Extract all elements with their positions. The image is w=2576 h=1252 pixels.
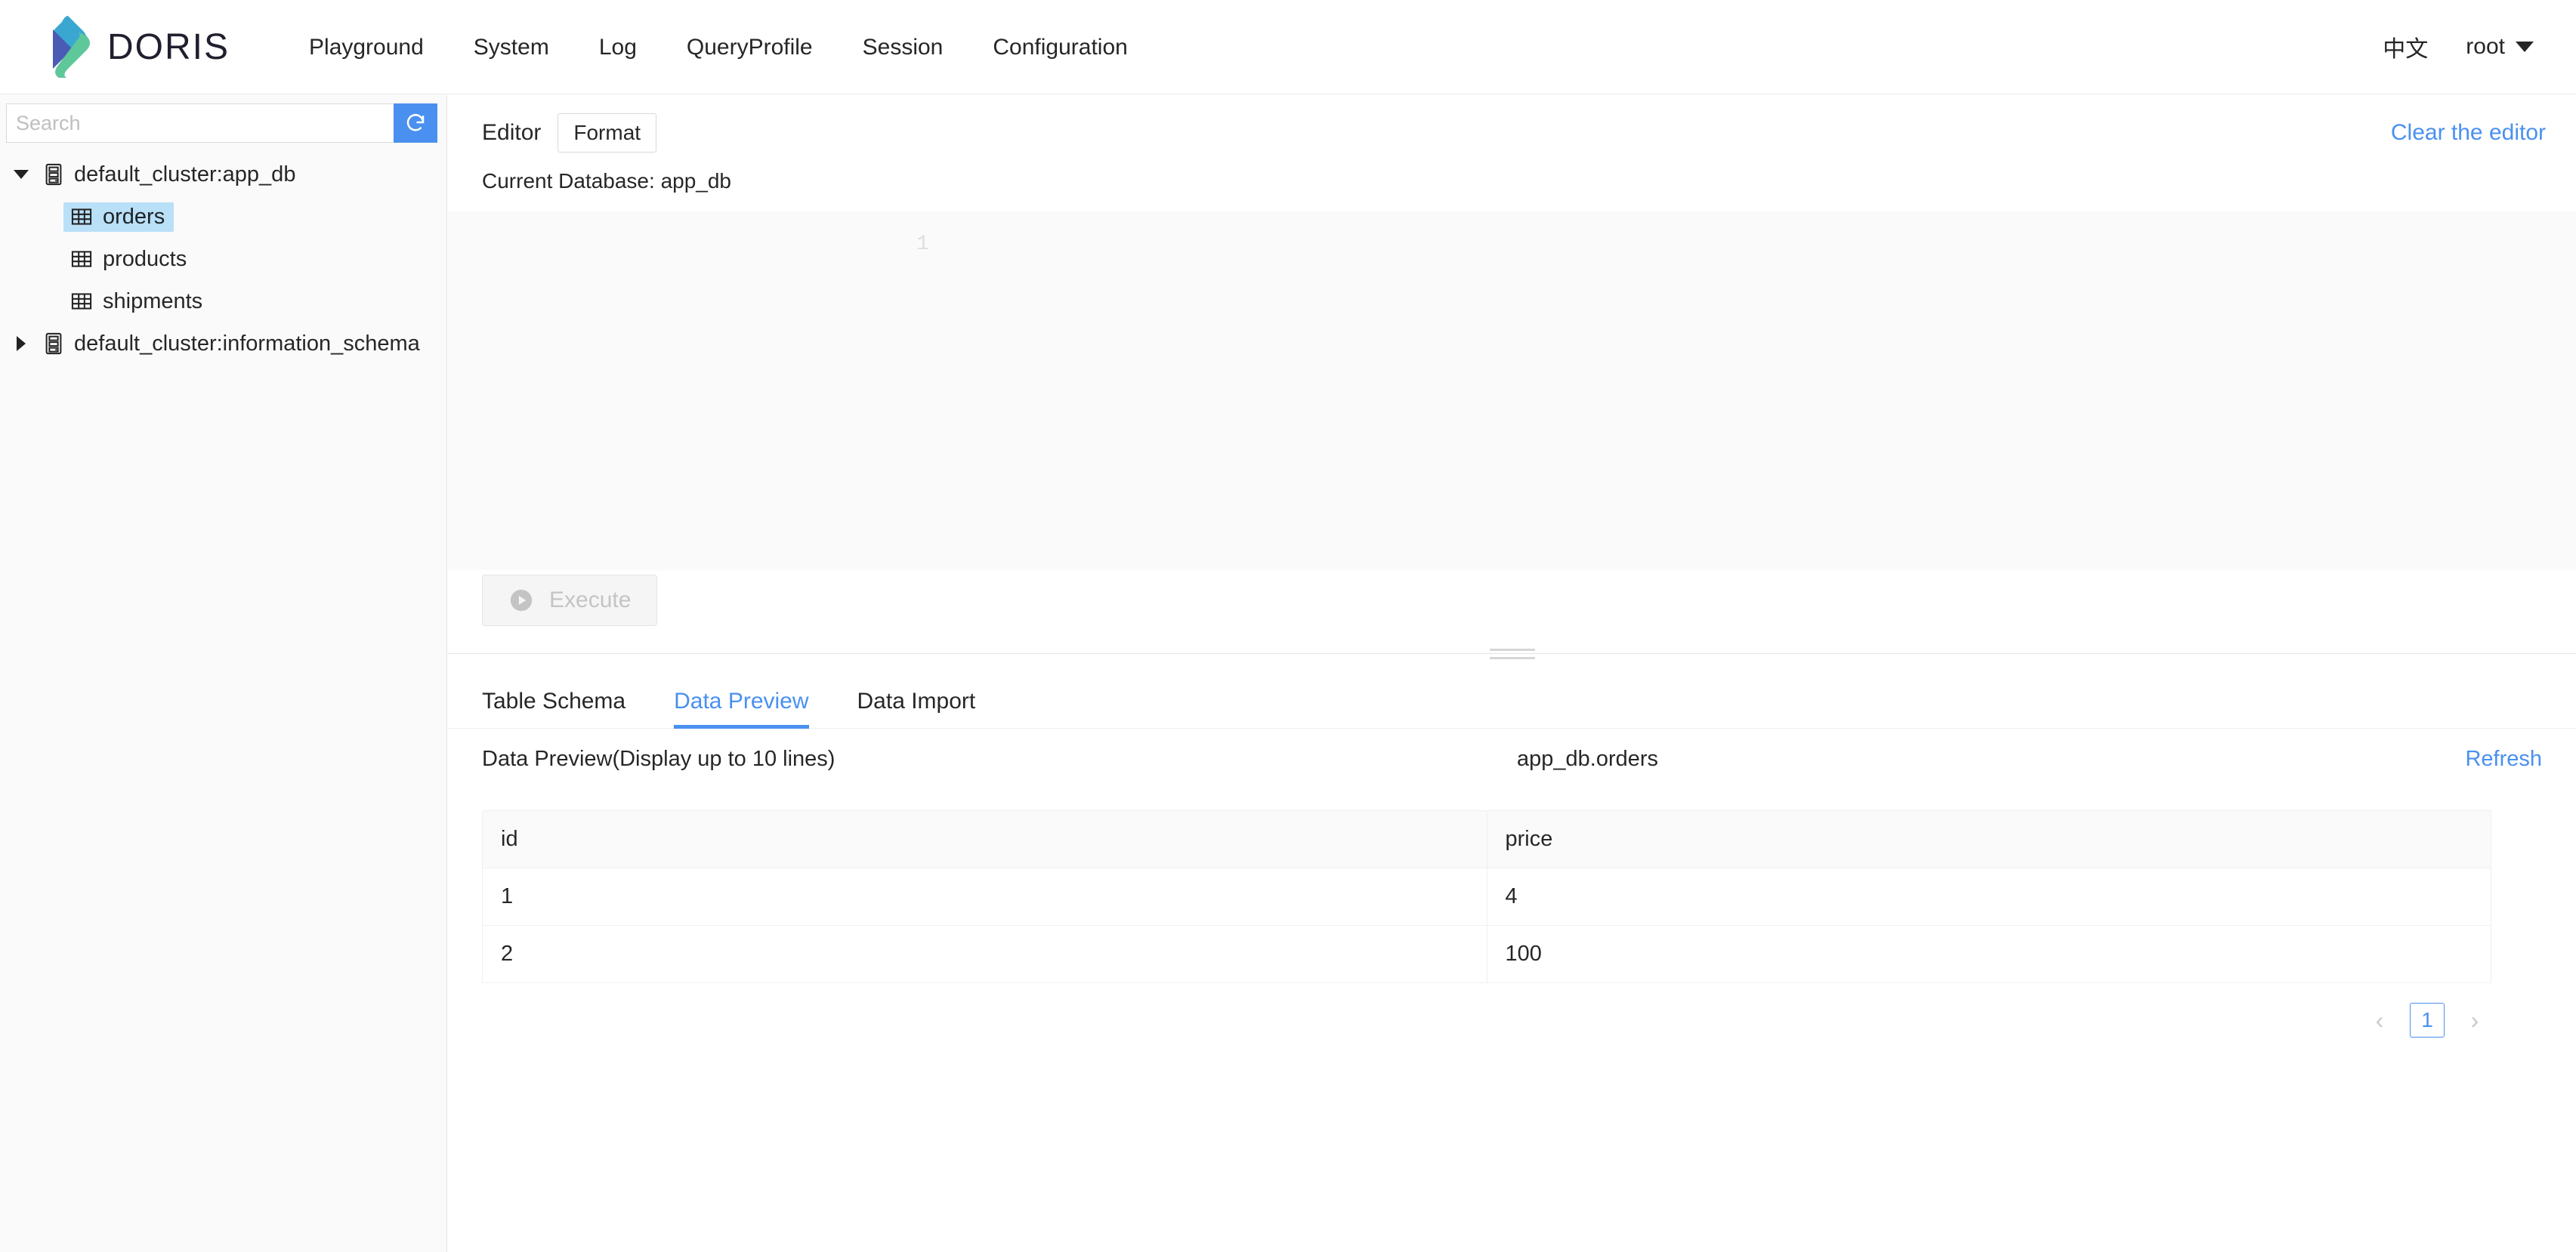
table-header-row: id price bbox=[483, 811, 2491, 868]
refresh-link[interactable]: Refresh bbox=[2465, 747, 2542, 772]
nav-item-configuration[interactable]: Configuration bbox=[968, 0, 1152, 94]
column-header-price[interactable]: price bbox=[1487, 811, 2491, 868]
execute-button-label: Execute bbox=[549, 587, 631, 613]
doris-logo-icon bbox=[36, 14, 95, 79]
nav-item-log[interactable]: Log bbox=[574, 0, 662, 94]
database-tree: default_cluster:app_db orders bbox=[0, 153, 446, 365]
cell-id: 2 bbox=[483, 926, 1487, 983]
data-preview-table-wrapper: id price 1 4 2 100 bbox=[482, 810, 2491, 983]
cell-id: 1 bbox=[483, 868, 1487, 926]
column-header-id[interactable]: id bbox=[483, 811, 1487, 868]
panel-splitter[interactable] bbox=[448, 653, 2576, 670]
tree-node-default-cluster-information-schema[interactable]: default_cluster:information_schema bbox=[0, 322, 446, 365]
main-content: Editor Format Clear the editor Current D… bbox=[448, 95, 2576, 1252]
tree-node-label: default_cluster:app_db bbox=[74, 164, 295, 186]
execute-button[interactable]: Execute bbox=[482, 575, 657, 626]
main-nav: Playground System Log QueryProfile Sessi… bbox=[284, 0, 1153, 94]
editor-label: Editor bbox=[482, 120, 541, 146]
play-circle-icon bbox=[508, 587, 534, 613]
brand-logo[interactable]: DORIS bbox=[36, 0, 230, 94]
expand-arrow-right-icon[interactable] bbox=[6, 336, 36, 351]
preview-table-name: app_db.orders bbox=[1517, 747, 1658, 772]
database-icon bbox=[44, 332, 63, 355]
format-button[interactable]: Format bbox=[558, 113, 656, 153]
tree-node-label: products bbox=[103, 248, 187, 270]
execute-row: Execute bbox=[448, 570, 2576, 626]
tab-table-schema[interactable]: Table Schema bbox=[482, 689, 625, 728]
language-switch[interactable]: 中文 bbox=[2368, 30, 2443, 63]
tree-node-default-cluster-app-db[interactable]: default_cluster:app_db bbox=[0, 153, 446, 196]
expand-arrow-down-icon[interactable] bbox=[6, 170, 36, 179]
nav-item-queryprofile[interactable]: QueryProfile bbox=[662, 0, 838, 94]
search-input[interactable] bbox=[6, 103, 394, 143]
cell-price: 4 bbox=[1487, 868, 2491, 926]
nav-item-session[interactable]: Session bbox=[838, 0, 968, 94]
tree-node-label: orders bbox=[103, 206, 165, 228]
pagination-page-1[interactable]: 1 bbox=[2410, 1003, 2445, 1038]
pagination: ‹ 1 › bbox=[448, 1003, 2491, 1038]
chevron-down-icon bbox=[2516, 42, 2534, 52]
current-database-label: Current Database: app_db bbox=[448, 151, 2576, 193]
sidebar-search-row bbox=[6, 103, 437, 143]
refresh-tree-button[interactable] bbox=[394, 103, 437, 143]
tab-data-import[interactable]: Data Import bbox=[857, 689, 976, 728]
user-menu[interactable]: root bbox=[2443, 34, 2541, 60]
tab-data-preview[interactable]: Data Preview bbox=[674, 689, 808, 728]
tree-node-label: default_cluster:information_schema bbox=[74, 333, 420, 355]
splitter-grip-handle[interactable] bbox=[1490, 649, 1535, 659]
cell-price: 100 bbox=[1487, 926, 2491, 983]
database-icon bbox=[44, 163, 63, 186]
tree-node-products[interactable]: products bbox=[0, 238, 446, 280]
editor-line-number: 1 bbox=[916, 233, 929, 256]
clear-editor-link[interactable]: Clear the editor bbox=[2391, 120, 2546, 146]
sql-editor[interactable]: 1 bbox=[448, 211, 2576, 570]
table-icon bbox=[71, 249, 92, 269]
tree-node-label: shipments bbox=[103, 291, 202, 313]
data-preview-table: id price 1 4 2 100 bbox=[483, 811, 2491, 983]
nav-item-system[interactable]: System bbox=[449, 0, 574, 94]
table-row: 2 100 bbox=[483, 926, 2491, 983]
table-row: 1 4 bbox=[483, 868, 2491, 926]
table-icon bbox=[71, 291, 92, 311]
sidebar: default_cluster:app_db orders bbox=[0, 95, 447, 1252]
nav-right-group: 中文 root bbox=[2368, 30, 2541, 63]
nav-item-playground[interactable]: Playground bbox=[284, 0, 449, 94]
user-name: root bbox=[2466, 34, 2505, 60]
pagination-prev-button[interactable]: ‹ bbox=[2363, 1004, 2396, 1037]
data-preview-title: Data Preview(Display up to 10 lines) bbox=[482, 747, 835, 772]
tree-node-shipments[interactable]: shipments bbox=[0, 280, 446, 322]
data-preview-header: Data Preview(Display up to 10 lines) app… bbox=[448, 729, 2576, 789]
editor-toolbar: Editor Format Clear the editor bbox=[448, 95, 2576, 151]
tree-node-orders[interactable]: orders bbox=[0, 196, 446, 238]
pagination-next-button[interactable]: › bbox=[2458, 1004, 2491, 1037]
result-tabs: Table Schema Data Preview Data Import bbox=[448, 670, 2576, 729]
brand-name: DORIS bbox=[107, 26, 230, 68]
top-navigation-bar: DORIS Playground System Log QueryProfile… bbox=[0, 0, 2576, 94]
table-icon bbox=[71, 207, 92, 227]
